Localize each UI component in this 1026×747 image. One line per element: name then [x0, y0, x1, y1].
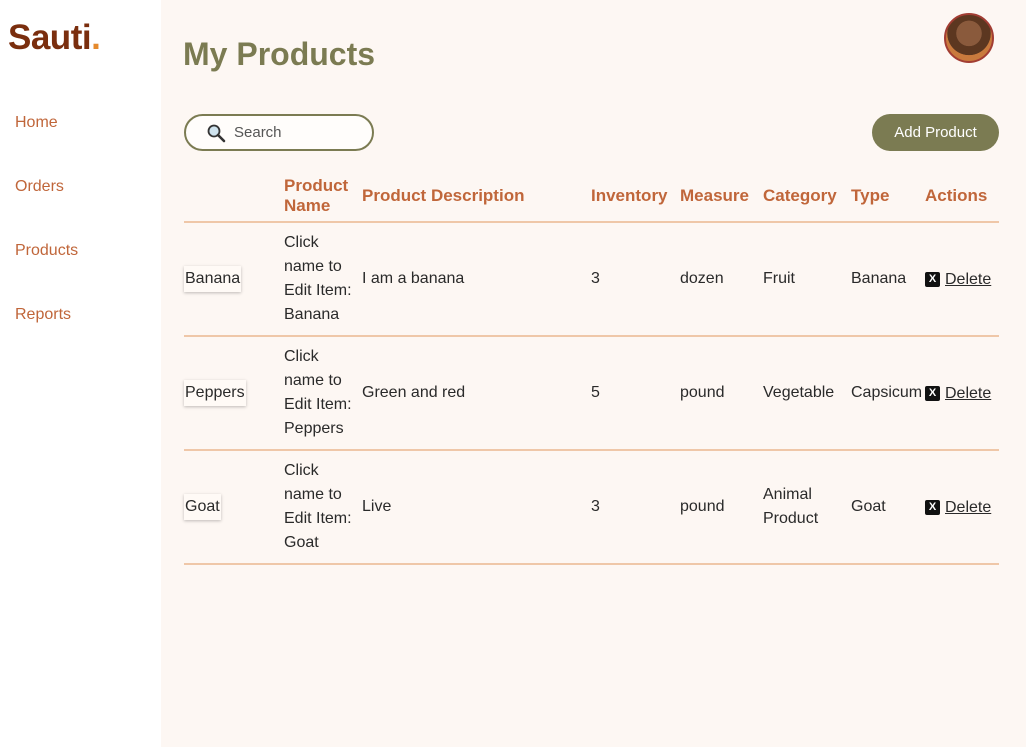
products-table: Product Name Product Description Invento…: [184, 170, 999, 565]
sidebar-item-orders[interactable]: Orders: [15, 178, 78, 242]
column-header-inventory[interactable]: Inventory: [591, 170, 680, 223]
column-header-product-name[interactable]: Product Name: [284, 170, 362, 223]
product-type: Capsicum: [851, 336, 925, 451]
sidebar-nav: Home Orders Products Reports: [15, 114, 78, 370]
product-category: Animal Product: [763, 450, 851, 565]
delete-link[interactable]: Delete: [945, 382, 991, 406]
search-box[interactable]: [184, 114, 374, 151]
product-image: Banana: [184, 266, 242, 292]
product-inventory: 3: [591, 222, 680, 337]
table-row: Peppers Click name to Edit Item: Peppers…: [184, 336, 999, 451]
product-type: Goat: [851, 450, 925, 565]
brand-dot: .: [91, 18, 101, 57]
product-image: Goat: [184, 494, 221, 520]
main-content: My Products Add Product Product Name Pro…: [161, 0, 1026, 747]
product-category: Fruit: [763, 222, 851, 337]
page-title: My Products: [183, 36, 376, 72]
search-icon: [207, 124, 226, 142]
product-inventory: 3: [591, 450, 680, 565]
product-image: Peppers: [184, 380, 246, 406]
product-actions: X Delete: [925, 450, 999, 565]
product-measure: dozen: [680, 222, 763, 337]
column-header-measure[interactable]: Measure: [680, 170, 763, 223]
product-measure: pound: [680, 336, 763, 451]
delete-button[interactable]: X Delete: [925, 268, 991, 292]
close-icon: X: [925, 500, 940, 516]
product-actions: X Delete: [925, 336, 999, 451]
product-description: I am a banana: [362, 222, 591, 337]
close-icon: X: [925, 386, 940, 402]
add-product-button[interactable]: Add Product: [872, 114, 999, 151]
product-inventory: 5: [591, 336, 680, 451]
search-input[interactable]: [234, 124, 364, 141]
sidebar-item-home[interactable]: Home: [15, 114, 78, 178]
column-header-description[interactable]: Product Description: [362, 170, 591, 223]
product-image-cell: Goat: [184, 450, 284, 565]
product-edit-link[interactable]: Click name to Edit Item: Banana: [284, 222, 362, 337]
product-measure: pound: [680, 450, 763, 565]
product-type: Banana: [851, 222, 925, 337]
product-image-cell: Banana: [184, 222, 284, 337]
avatar[interactable]: [944, 13, 994, 63]
delete-button[interactable]: X Delete: [925, 496, 991, 520]
brand-name: Sauti: [8, 18, 92, 57]
delete-link[interactable]: Delete: [945, 268, 991, 292]
delete-button[interactable]: X Delete: [925, 382, 991, 406]
delete-link[interactable]: Delete: [945, 496, 991, 520]
table-header-row: Product Name Product Description Invento…: [184, 170, 999, 223]
column-header-image: [184, 170, 284, 223]
column-header-actions: Actions: [925, 170, 999, 223]
brand-logo[interactable]: Sauti.: [8, 18, 101, 58]
product-edit-link[interactable]: Click name to Edit Item: Goat: [284, 450, 362, 565]
column-header-type[interactable]: Type: [851, 170, 925, 223]
sidebar: Sauti. Home Orders Products Reports: [0, 0, 161, 747]
product-category: Vegetable: [763, 336, 851, 451]
close-icon: X: [925, 272, 940, 288]
product-image-cell: Peppers: [184, 336, 284, 451]
sidebar-item-products[interactable]: Products: [15, 242, 78, 306]
table-row: Goat Click name to Edit Item: Goat Live …: [184, 450, 999, 565]
column-header-category[interactable]: Category: [763, 170, 851, 223]
product-description: Live: [362, 450, 591, 565]
product-edit-link[interactable]: Click name to Edit Item: Peppers: [284, 336, 362, 451]
product-description: Green and red: [362, 336, 591, 451]
product-actions: X Delete: [925, 222, 999, 337]
table-row: Banana Click name to Edit Item: Banana I…: [184, 222, 999, 337]
sidebar-item-reports[interactable]: Reports: [15, 306, 78, 370]
